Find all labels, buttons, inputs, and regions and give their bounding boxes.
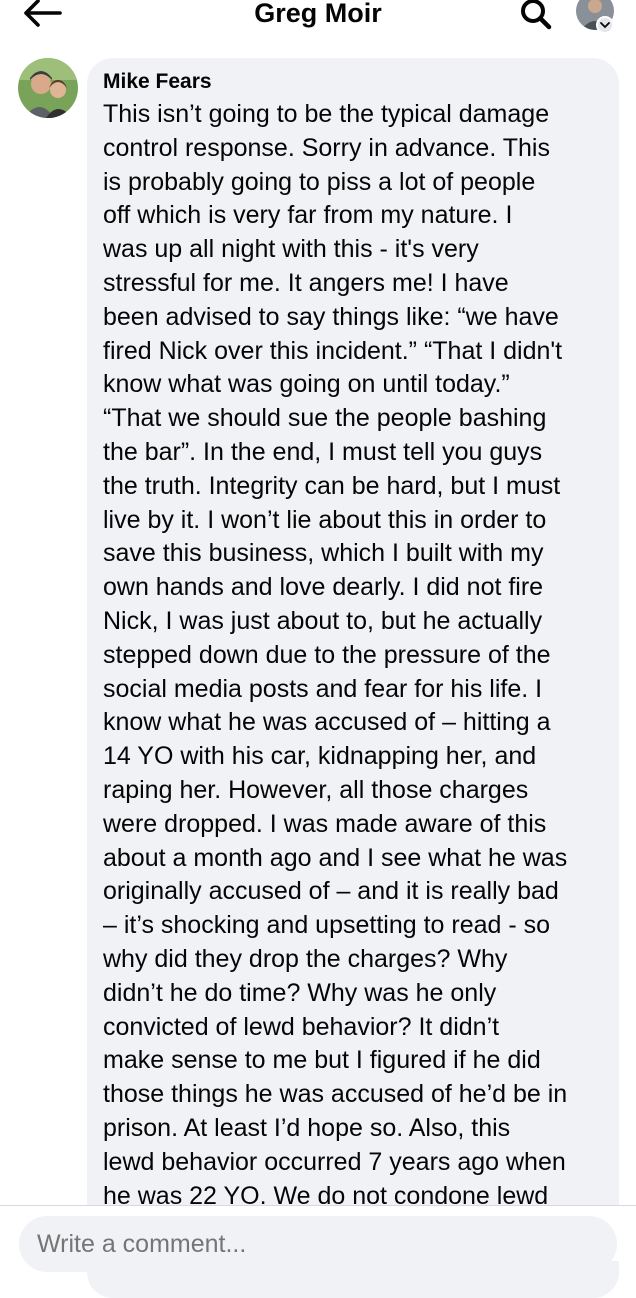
comment-bubble: Mike Fears This isn’t going to be the ty… bbox=[87, 58, 619, 1298]
comment-composer bbox=[0, 1205, 636, 1272]
search-icon bbox=[521, 0, 552, 30]
comment-text: This isn’t going to be the typical damag… bbox=[103, 100, 568, 1210]
profile-menu-badge[interactable] bbox=[596, 16, 614, 34]
top-bar: Greg Moir bbox=[0, 0, 636, 44]
comment-author[interactable]: Mike Fears bbox=[103, 69, 212, 95]
comment-input[interactable] bbox=[19, 1216, 617, 1272]
search-button[interactable] bbox=[518, 0, 554, 32]
commenter-avatar[interactable] bbox=[18, 58, 78, 118]
chevron-down-icon bbox=[600, 22, 610, 29]
user-avatar-photo bbox=[18, 58, 78, 118]
